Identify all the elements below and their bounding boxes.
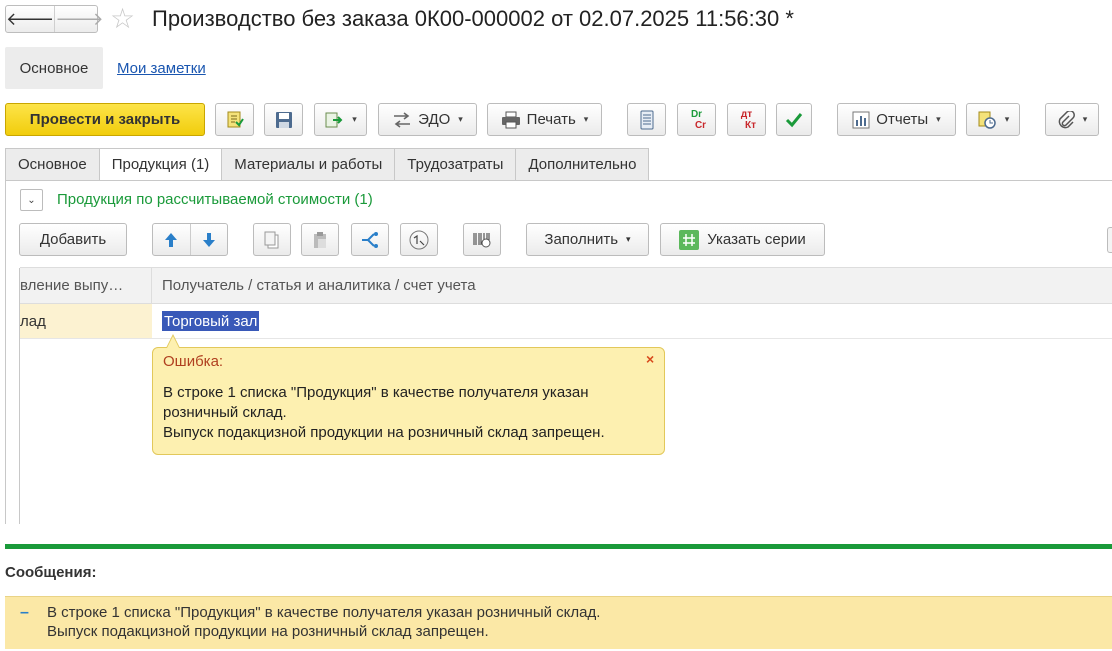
paperclip-icon [1058,110,1075,128]
series-hash-icon [679,229,700,250]
favorite-star-icon[interactable]: ☆ [110,3,135,35]
arrow-down-icon [202,232,215,247]
specify-series-label: Указать серии [707,231,806,248]
error-line: В строке 1 списка "Продукция" в качестве… [163,384,589,401]
group-title[interactable]: Продукция по рассчитываемой стоимости (1… [57,191,373,208]
save-button[interactable] [264,103,303,136]
more-actions-button[interactable] [1107,227,1112,253]
back-button[interactable]: 🡐 [6,6,56,32]
print-menu-button[interactable]: Печать ▾ [487,103,602,136]
tab-labor-costs[interactable]: Трудозатраты [394,148,516,181]
edo-exchange-icon [394,111,411,128]
messages-title: Сообщения: [5,564,97,581]
split-icon [362,231,378,248]
dt-label: дт [740,108,753,120]
chevron-down-icon: ▾ [352,114,357,124]
messages-splitter[interactable] [5,544,1112,549]
tab-materials-and-works[interactable]: Материалы и работы [221,148,395,181]
chevron-down-icon: ▾ [936,114,941,124]
edo-label: ЭДО [418,111,451,128]
panel-border [5,180,6,524]
dr-label: Dr [690,108,703,120]
attachments-button[interactable]: ▾ [1045,103,1099,136]
fill-label: Заполнить [544,231,619,248]
floppy-disk-icon [275,111,292,128]
message-line: Выпуск подакцизной продукции на розничны… [47,623,489,640]
tab-main[interactable]: Основное [5,148,99,181]
document-clock-icon [978,111,996,129]
arrow-left-icon: 🡐 [6,8,55,29]
group-collapse-toggle[interactable]: ⌄ [20,189,43,211]
chevron-down-icon: ▾ [626,234,631,244]
post-and-close-button[interactable]: Провести и закрыть [5,103,205,136]
barcode-search-button[interactable] [463,223,501,256]
table-row-cell-release-direction[interactable]: лад [20,304,152,338]
move-up-button[interactable] [153,224,191,255]
move-down-button[interactable] [191,224,228,255]
table-row-cell-recipient[interactable]: Торговый зал [162,311,260,331]
renumber-button[interactable] [400,223,438,256]
dt-kt-button[interactable]: дт Кт [727,103,766,136]
post-document-icon [227,111,244,127]
paste-row-button[interactable] [301,223,339,256]
create-based-on-icon [325,112,343,127]
list-icon [640,110,653,129]
add-row-button[interactable]: Добавить [19,223,127,256]
section-my-notes-link[interactable]: Мои заметки [117,60,206,77]
error-popup-text: В строке 1 списка "Продукция" в качестве… [163,383,605,443]
copy-row-button[interactable] [253,223,291,256]
reports-chart-icon [852,111,870,128]
printer-icon [501,111,520,128]
document-additions-button[interactable]: ▾ [966,103,1020,136]
forward-button[interactable]: 🡒 [55,6,103,32]
move-buttons [152,223,228,256]
chevron-down-icon: ▾ [1004,114,1010,124]
dr-cr-button[interactable]: Dr Cr [677,103,716,136]
close-icon[interactable]: × [646,351,654,367]
post-button[interactable] [215,103,254,136]
paste-icon [314,231,326,248]
error-line: Выпуск подакцизной продукции на розничны… [163,424,605,441]
cr-label: Cr [694,119,707,131]
page-title: Производство без заказа 0К00-000002 от 0… [152,6,794,31]
tab-additional[interactable]: Дополнительно [515,148,650,181]
section-main[interactable]: Основное [5,47,103,89]
row-divider [20,338,1112,339]
error-popup-title: Ошибка: [163,353,224,370]
error-popup-pointer-fill [167,336,179,348]
form-tabs: Основное Продукция (1) Материалы и работ… [5,148,650,181]
chevron-down-icon: ⌄ [27,194,36,206]
fill-menu-button[interactable]: Заполнить ▾ [526,223,649,256]
barcode-icon [473,232,491,247]
create-based-on-button[interactable]: ▾ [314,103,367,136]
history-nav: 🡐 🡒 [5,5,104,33]
message-line: В строке 1 списка "Продукция" в качестве… [47,604,601,621]
reports-menu-button[interactable]: Отчеты ▾ [837,103,956,136]
specify-series-button[interactable]: Указать серии [660,223,825,256]
print-label: Печать [526,111,576,128]
message-bullet-icon: – [20,604,29,621]
chevron-down-icon: ▾ [583,114,589,124]
copy-icon [264,231,279,248]
tab-divider [5,180,1112,181]
split-row-button[interactable] [351,223,389,256]
edo-menu-button[interactable]: ЭДО ▾ [378,103,477,136]
chevron-down-icon: ▾ [458,114,463,124]
reports-label: Отчеты [876,111,929,128]
error-line: розничный склад. [163,404,287,421]
column-header-release-direction[interactable]: вление выпу… [20,267,152,304]
arrow-up-icon [165,232,178,247]
renumber-icon [409,230,429,249]
kt-label: Кт [744,119,756,131]
check-button[interactable] [776,103,812,136]
chevron-down-icon: ▾ [1082,114,1088,124]
checkmark-icon [785,112,803,127]
tab-products[interactable]: Продукция (1) [98,148,222,181]
list-button[interactable] [627,103,666,136]
column-header-recipient[interactable]: Получатель / статья и аналитика / счет у… [162,267,476,304]
message-text: В строке 1 списка "Продукция" в качестве… [47,603,600,641]
arrow-right-icon: 🡒 [55,8,104,29]
